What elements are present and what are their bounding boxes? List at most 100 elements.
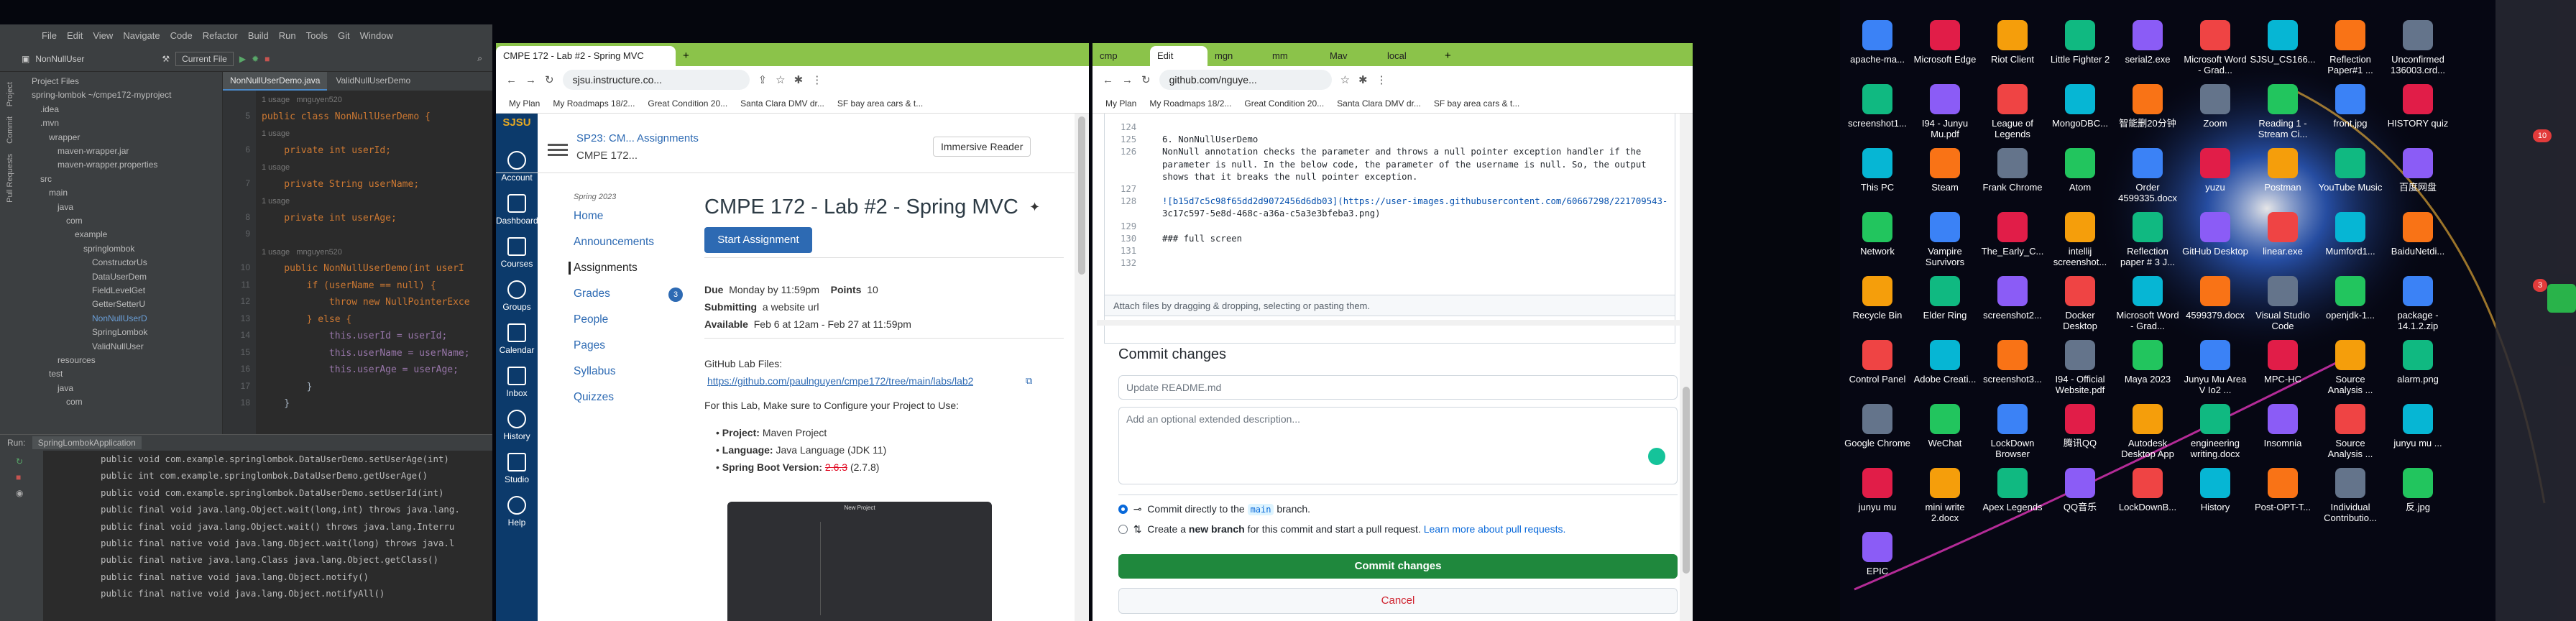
desktop-icon[interactable]: EPIC [1844, 532, 1910, 576]
horizontal-scrollbar[interactable] [1097, 320, 1693, 326]
menu-refactor[interactable]: Refactor [203, 30, 238, 41]
desktop-icon[interactable]: intellij screenshot... [2047, 212, 2113, 267]
tree-item[interactable]: resources [22, 354, 96, 367]
magic-icon[interactable]: ✦ [1029, 200, 1040, 215]
desktop-icon[interactable]: junyu mu [1844, 468, 1910, 512]
desktop-icon[interactable]: serial2.exe [2115, 20, 2181, 65]
desktop-icon[interactable]: Adobe Creati... [1912, 340, 1978, 385]
desktop-icon[interactable]: 腾讯QQ [2047, 404, 2113, 448]
nav-groups[interactable]: Groups [496, 280, 538, 312]
run-config-select[interactable]: Current File [175, 51, 234, 66]
desktop-icon[interactable]: Reflection Paper#1 ... [2317, 20, 2383, 75]
desktop-icon[interactable]: Reading 1 - Stream Ci... [2250, 84, 2316, 139]
desktop-icon[interactable]: alarm.png [2385, 340, 2451, 385]
menu-git[interactable]: Git [338, 30, 350, 41]
tab-local[interactable]: local [1380, 46, 1438, 66]
course-nav-grades[interactable]: Grades [574, 288, 610, 300]
desktop-icon[interactable]: front.jpg [2317, 84, 2383, 129]
desktop-icon[interactable]: MPC-HC [2250, 340, 2316, 385]
desktop-icon[interactable]: I94 - Official Website.pdf [2047, 340, 2113, 395]
star-icon[interactable]: ☆ [776, 73, 785, 86]
desktop-icon[interactable]: Control Panel [1844, 340, 1910, 385]
desktop-icon[interactable]: yuzu [2182, 148, 2248, 193]
desktop-icon[interactable]: Network [1844, 212, 1910, 257]
scrollbar[interactable] [1075, 114, 1089, 621]
bookmark-dmv[interactable]: Santa Clara DMV dr... [740, 98, 824, 109]
menu-code[interactable]: Code [170, 30, 193, 41]
desktop-icon[interactable]: junyu mu ... [2385, 404, 2451, 448]
desktop-icon[interactable]: apache-ma... [1844, 20, 1910, 65]
menu-navigate[interactable]: Navigate [123, 30, 160, 41]
desktop-icon[interactable]: Order 4599335.docx [2115, 148, 2181, 203]
desktop-icon[interactable]: openjdk-1... [2317, 276, 2383, 321]
menu-view[interactable]: View [93, 30, 113, 41]
nav-courses[interactable]: Courses [496, 237, 538, 269]
tree-item[interactable]: .idea [22, 103, 59, 116]
bookmark-roadmaps[interactable]: My Roadmaps 18/2... [1149, 98, 1231, 109]
desktop-icon[interactable]: Atom [2047, 148, 2113, 193]
menu-dots-icon[interactable]: ⋮ [811, 73, 822, 86]
desktop-icon[interactable] [2182, 532, 2248, 566]
menu-file[interactable]: File [42, 30, 57, 41]
desktop-icon[interactable]: 4599379.docx [2182, 276, 2248, 321]
side-pull-requests[interactable]: Pull Requests [6, 154, 14, 203]
tree-item[interactable]: Project Files [22, 75, 79, 88]
course-nav-quizzes[interactable]: Quizzes [574, 391, 614, 404]
tree-item[interactable]: springlombok [22, 242, 134, 255]
desktop-icon[interactable]: Steam [1912, 148, 1978, 193]
desktop-icon[interactable]: Recycle Bin [1844, 276, 1910, 321]
desktop-icon[interactable]: screenshot2... [1979, 276, 2046, 321]
breadcrumb-course[interactable]: SP23: CM... [576, 132, 635, 144]
desktop-icon[interactable]: Mumford1... [2317, 212, 2383, 257]
bookmark-dmv[interactable]: Santa Clara DMV dr... [1337, 98, 1421, 109]
forward-icon[interactable]: → [525, 74, 536, 86]
desktop-icon[interactable] [2250, 532, 2316, 566]
console-output[interactable]: public void com.example.springlombok.Dat… [43, 451, 492, 621]
tree-item[interactable]: wrapper [22, 131, 80, 144]
desktop-icon[interactable]: This PC [1844, 148, 1910, 193]
desktop-icon[interactable] [2317, 532, 2383, 566]
tree-item[interactable]: NonNullUserD [22, 312, 147, 325]
tree-item[interactable]: src [22, 172, 52, 185]
bookmark-my-plan[interactable]: My Plan [1105, 98, 1136, 109]
tree-item[interactable]: java [22, 201, 73, 213]
reload-icon[interactable]: ↻ [545, 73, 554, 86]
search-icon[interactable]: ⌕ [477, 53, 482, 64]
tab-canvas-lab2[interactable]: CMPE 172 - Lab #2 - Spring MVC [496, 46, 676, 66]
desktop-icon[interactable]: engineering writing.docx [2182, 404, 2248, 459]
nav-help[interactable]: Help [496, 496, 538, 528]
desktop-icon[interactable]: WeChat [1912, 404, 1978, 448]
desktop-icon[interactable] [2385, 532, 2451, 566]
nav-dashboard[interactable]: Dashboard [496, 194, 538, 226]
desktop-icon[interactable]: Elder Ring [1912, 276, 1978, 321]
desktop-icon[interactable]: MongoDBC... [2047, 84, 2113, 129]
desktop-icon[interactable]: 百度网盘 [2385, 148, 2451, 193]
tree-item[interactable]: maven-wrapper.jar [22, 144, 129, 157]
desktop-icon[interactable]: GitHub Desktop [2182, 212, 2248, 257]
hammer-icon[interactable]: ⚒ [162, 54, 170, 64]
grammarly-icon[interactable] [1648, 448, 1665, 465]
desktop-icon[interactable]: Source Analysis ... [2317, 340, 2383, 395]
desktop-icon[interactable]: YouTube Music [2317, 148, 2383, 193]
bookmark-great-condition[interactable]: Great Condition 20... [648, 98, 727, 109]
desktop-icon[interactable]: linear.exe [2250, 212, 2316, 257]
hamburger-icon[interactable] [548, 144, 568, 146]
desktop-icon[interactable]: Apex Legends [1979, 468, 2046, 512]
tree-item[interactable]: example [22, 228, 107, 241]
share-icon[interactable]: ⇪ [758, 73, 768, 86]
desktop-icon[interactable]: I94 - Junyu Mu.pdf [1912, 84, 1978, 139]
nav-account[interactable]: Account [496, 151, 538, 183]
breadcrumb-assignments[interactable]: Assignments [637, 132, 699, 144]
nav-inbox[interactable]: Inbox [496, 367, 538, 398]
immersive-reader-button[interactable]: Immersive Reader [933, 137, 1031, 157]
bookmark-great-condition[interactable]: Great Condition 20... [1244, 98, 1324, 109]
new-tab-icon[interactable]: + [1438, 45, 1458, 66]
learn-more-link[interactable]: Learn more about pull requests. [1424, 523, 1566, 535]
tab-mgn[interactable]: mgn [1208, 46, 1265, 66]
side-commit[interactable]: Commit [6, 116, 14, 144]
stop-run-icon[interactable]: ■ [16, 472, 43, 482]
desktop-icon[interactable] [2047, 532, 2113, 566]
side-project[interactable]: Project [6, 82, 14, 106]
desktop-icon[interactable]: League of Legends [1979, 84, 2046, 139]
desktop-icon[interactable]: Individual Contributio... [2317, 468, 2383, 523]
